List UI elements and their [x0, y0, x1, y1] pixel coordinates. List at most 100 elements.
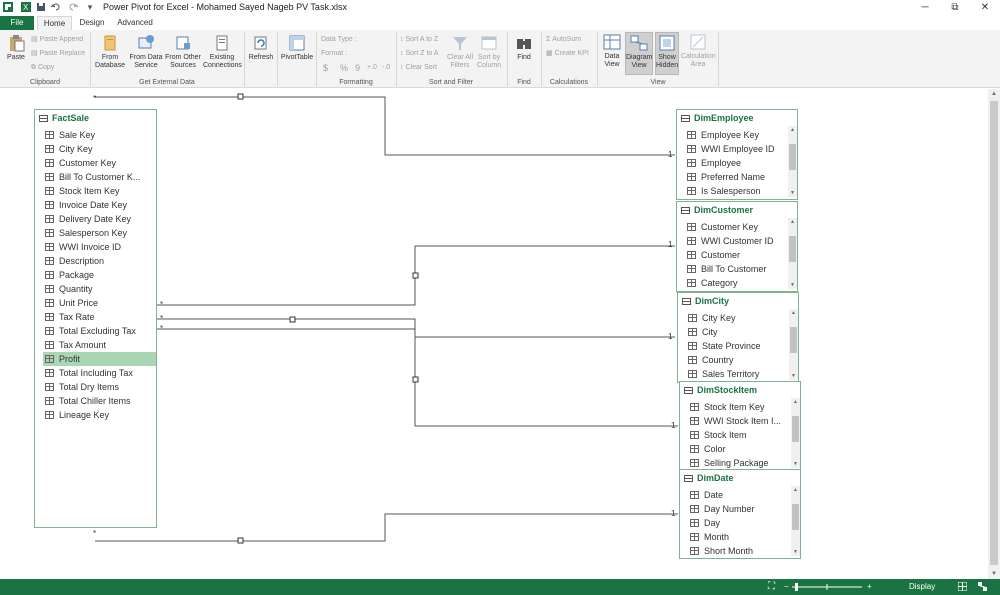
table-dimemployee[interactable]: DimEmployee Employee Key WWI Employee ID Em…: [676, 109, 798, 200]
column-item[interactable]: Total Excluding Tax: [43, 324, 156, 338]
column-item[interactable]: Bill To Customer: [685, 262, 786, 276]
scroll-up-icon[interactable]: ▲: [788, 126, 797, 134]
tab-advanced[interactable]: Advanced: [112, 16, 158, 30]
table-dimcustomer[interactable]: DimCustomer Customer Key WWI Customer ID Cu…: [676, 201, 798, 292]
scroll-thumb[interactable]: [790, 327, 797, 353]
column-item[interactable]: Sale Key: [43, 128, 156, 142]
column-item[interactable]: Description: [43, 254, 156, 268]
column-item[interactable]: Salesperson Key: [43, 226, 156, 240]
column-item[interactable]: Stock Item Key: [43, 184, 156, 198]
column-item[interactable]: WWI Employee ID: [685, 142, 786, 156]
calculation-area-button[interactable]: Calculation Area: [681, 33, 716, 69]
column-item[interactable]: Tax Rate: [43, 310, 156, 324]
undo-icon[interactable]: [50, 1, 62, 14]
column-item[interactable]: Stock Item Key: [688, 400, 789, 414]
paste-append-button[interactable]: ▤ Paste Append: [31, 35, 83, 45]
table-header[interactable]: FactSale: [35, 110, 156, 126]
comma-button[interactable]: 9: [355, 63, 360, 73]
show-hidden-button[interactable]: Show Hidden: [655, 32, 679, 75]
scroll-up-icon[interactable]: ▲: [791, 398, 800, 406]
tab-file[interactable]: File: [0, 16, 34, 30]
from-database-button[interactable]: From Database: [93, 34, 127, 70]
excel-icon[interactable]: X: [20, 1, 32, 14]
restore-button[interactable]: ⧉: [940, 0, 970, 16]
from-other-sources-button[interactable]: From Other Sources: [165, 34, 201, 70]
zoom-slider[interactable]: [792, 581, 862, 593]
increase-decimal-button[interactable]: +.0: [367, 63, 377, 73]
column-item[interactable]: Short Month: [688, 544, 789, 556]
column-item[interactable]: Unit Price: [43, 296, 156, 310]
table-header[interactable]: DimCustomer: [677, 202, 797, 218]
scroll-up-icon[interactable]: ▲: [988, 89, 1000, 99]
column-item[interactable]: City Key: [43, 142, 156, 156]
column-item[interactable]: Day: [688, 516, 789, 530]
scroll-thumb[interactable]: [792, 504, 799, 530]
column-item[interactable]: Lineage Key: [43, 408, 156, 422]
decrease-decimal-button[interactable]: -.0: [382, 63, 390, 73]
column-item[interactable]: Invoice Date Key: [43, 198, 156, 212]
column-item[interactable]: Employee: [685, 156, 786, 170]
column-item[interactable]: Package: [43, 268, 156, 282]
scroll-up-icon[interactable]: ▲: [791, 486, 800, 494]
column-item[interactable]: Category: [685, 276, 786, 289]
column-item[interactable]: Customer Key: [685, 220, 786, 234]
scroll-thumb[interactable]: [789, 236, 796, 262]
column-item[interactable]: Country: [686, 353, 787, 367]
pivottable-button[interactable]: PivotTable: [280, 34, 314, 62]
scroll-down-icon[interactable]: ▼: [791, 460, 800, 468]
clear-all-filters-button[interactable]: Clear All Filters: [445, 34, 475, 70]
scroll-down-icon[interactable]: ▼: [789, 372, 798, 380]
grid-view-icon[interactable]: [957, 581, 968, 593]
customize-quick-access-icon[interactable]: ▾: [84, 1, 96, 14]
column-item[interactable]: Total Chiller Items: [43, 394, 156, 408]
format-dropdown[interactable]: Format :: [321, 49, 347, 59]
column-item[interactable]: Customer: [685, 248, 786, 262]
column-item[interactable]: Bill To Customer K...: [43, 170, 156, 184]
scroll-down-icon[interactable]: ▼: [788, 281, 797, 289]
column-item[interactable]: WWI Invoice ID: [43, 240, 156, 254]
table-dimdate[interactable]: DimDate Date Day Number Day Month Short Month…: [679, 469, 801, 559]
paste-button[interactable]: Paste: [4, 34, 28, 62]
zoom-out-button[interactable]: −: [784, 581, 789, 593]
table-scrollbar[interactable]: ▲ ▼: [791, 486, 800, 556]
table-header[interactable]: DimDate: [680, 470, 800, 486]
table-scrollbar[interactable]: ▲ ▼: [788, 218, 797, 289]
tab-design[interactable]: Design: [74, 16, 110, 30]
column-item[interactable]: Customer Key: [43, 156, 156, 170]
autosum-button[interactable]: Σ AutoSum: [546, 35, 581, 45]
column-item[interactable]: Profit: [43, 352, 156, 366]
clear-sort-button[interactable]: ↕ Clear Sort: [400, 63, 437, 73]
zoom-in-button[interactable]: +: [867, 581, 872, 593]
scroll-down-icon[interactable]: ▼: [988, 569, 1000, 579]
save-icon[interactable]: [35, 1, 47, 14]
refresh-button[interactable]: Refresh: [247, 34, 275, 62]
column-item[interactable]: WWI Customer ID: [685, 234, 786, 248]
column-item[interactable]: Selling Package: [688, 456, 789, 468]
column-item[interactable]: State Province: [686, 339, 787, 353]
data-view-button[interactable]: Data View: [601, 33, 623, 69]
column-item[interactable]: Total Including Tax: [43, 366, 156, 380]
table-header[interactable]: DimEmployee: [677, 110, 797, 126]
column-item[interactable]: Preferred Name: [685, 170, 786, 184]
table-scrollbar[interactable]: ▲ ▼: [789, 309, 798, 380]
table-header[interactable]: DimCity: [678, 293, 798, 309]
table-header[interactable]: DimStockItem: [680, 382, 800, 398]
column-item[interactable]: Month: [688, 530, 789, 544]
column-item[interactable]: Day Number: [688, 502, 789, 516]
find-button[interactable]: Find: [511, 34, 537, 62]
column-item[interactable]: Employee Key: [685, 128, 786, 142]
column-item[interactable]: City Key: [686, 311, 787, 325]
fit-to-screen-icon[interactable]: ⛶: [768, 581, 775, 593]
column-item[interactable]: Date: [688, 488, 789, 502]
column-item[interactable]: Is Salesperson: [685, 184, 786, 197]
table-scrollbar[interactable]: ▲ ▼: [788, 126, 797, 197]
percent-button[interactable]: %: [340, 63, 348, 73]
currency-button[interactable]: $: [323, 63, 328, 73]
table-factsale[interactable]: FactSale Sale Key City Key Customer Key Bil…: [34, 109, 157, 528]
scroll-thumb[interactable]: [789, 144, 796, 170]
column-item[interactable]: Quantity: [43, 282, 156, 296]
scroll-up-icon[interactable]: ▲: [788, 218, 797, 226]
sort-z-to-a-button[interactable]: ↕ Sort Z to A: [400, 49, 439, 59]
column-item[interactable]: Delivery Date Key: [43, 212, 156, 226]
vertical-scrollbar[interactable]: ▲ ▼: [988, 89, 1000, 579]
